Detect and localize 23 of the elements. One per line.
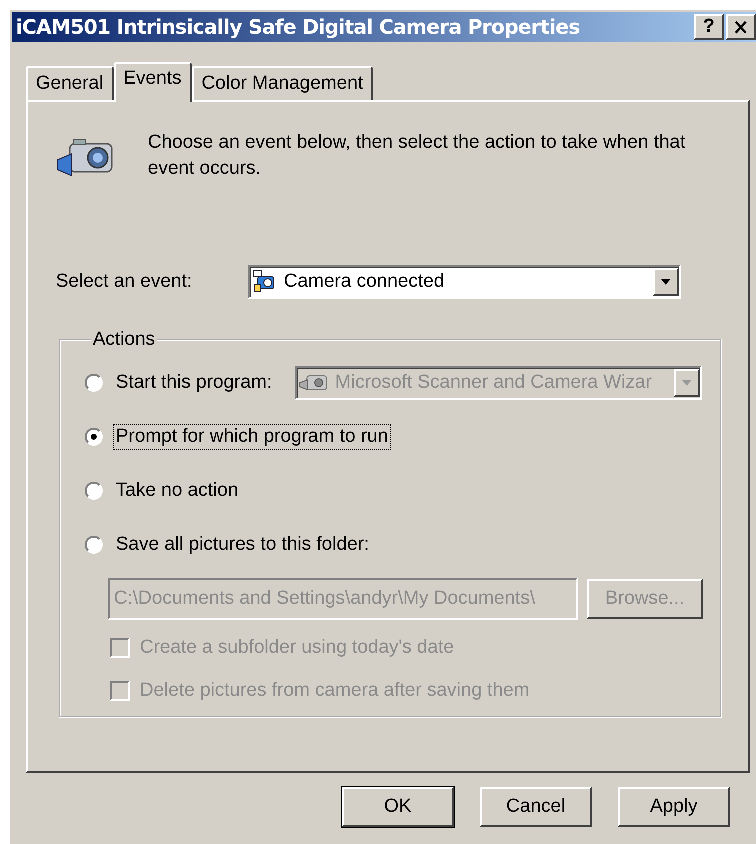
- group-title: Actions: [92, 329, 156, 351]
- radio-button[interactable]: [85, 536, 103, 554]
- option-label[interactable]: Save all pictures to this folder:: [113, 532, 372, 558]
- tab[interactable]: General: [26, 66, 114, 100]
- description-text: Choose an event below, then select the action to take when that event occurs.: [148, 131, 687, 181]
- window-title: iCAM501 Intrinsically Safe Digital Camera Properties: [16, 15, 581, 39]
- camera-icon: [299, 373, 330, 393]
- dialog-button[interactable]: Cancel: [480, 787, 592, 827]
- option-label[interactable]: Prompt for which program to run: [113, 424, 392, 450]
- option-label[interactable]: Start this program:: [113, 370, 276, 396]
- close-icon: [734, 20, 748, 34]
- radio-button[interactable]: [85, 374, 103, 392]
- option-label[interactable]: Take no action: [113, 478, 242, 504]
- tab[interactable]: Events: [114, 62, 192, 102]
- radio-button[interactable]: [85, 428, 103, 446]
- event-label: Select an event:: [56, 271, 194, 293]
- close-button[interactable]: [726, 14, 756, 40]
- tab[interactable]: Color Management: [192, 66, 374, 100]
- event-dropdown[interactable]: Camera connected: [248, 265, 681, 299]
- radio-button[interactable]: [85, 482, 103, 500]
- dialog-button[interactable]: OK: [342, 787, 454, 827]
- help-button[interactable]: ?: [694, 14, 724, 40]
- dialog-button[interactable]: Apply: [618, 787, 730, 827]
